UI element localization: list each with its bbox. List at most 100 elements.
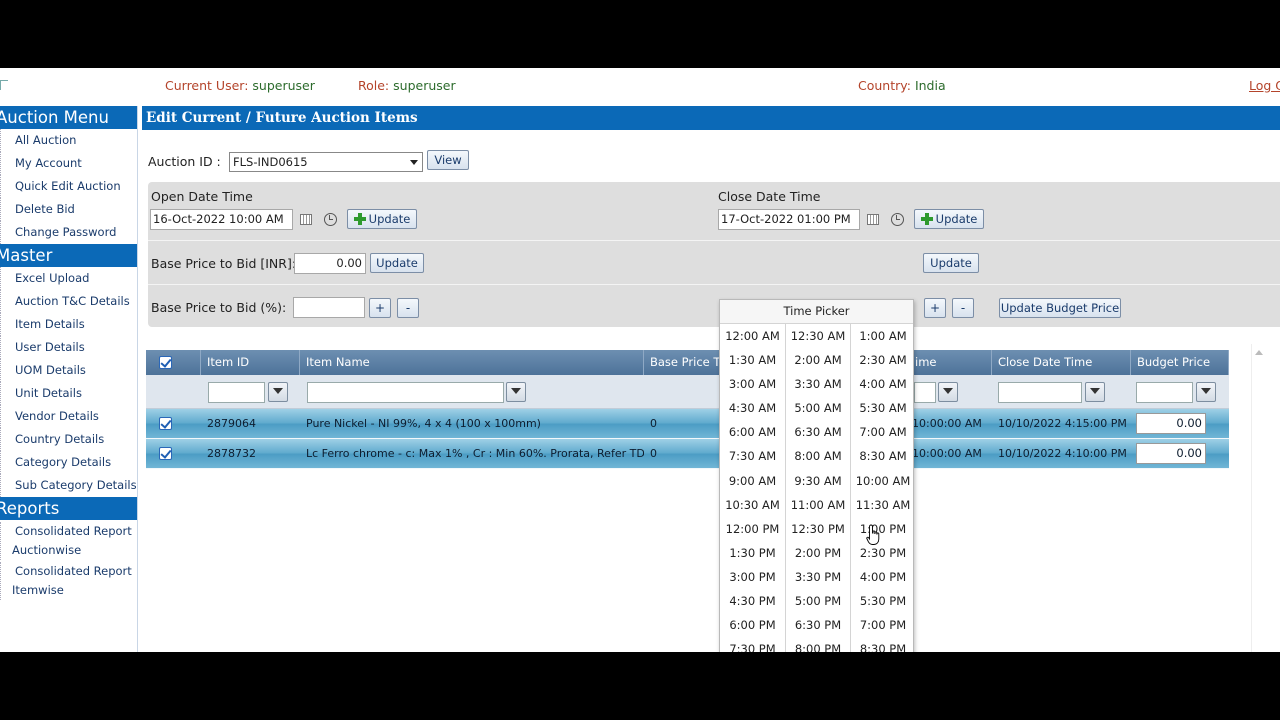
time-slot[interactable]: 8:00 AM: [786, 444, 850, 468]
increase-button-right[interactable]: +: [924, 298, 946, 318]
row-checkbox[interactable]: [159, 447, 172, 460]
time-slot[interactable]: 4:30 PM: [720, 589, 785, 613]
filter-open-date-input[interactable]: [914, 382, 936, 403]
filter-icon[interactable]: [268, 382, 288, 402]
sidebar-item-change-password[interactable]: Change Password: [0, 221, 137, 244]
header-open-date-time[interactable]: ime: [909, 350, 992, 375]
time-slot[interactable]: 9:30 AM: [786, 469, 850, 493]
increase-button[interactable]: +: [369, 298, 391, 318]
time-slot[interactable]: 4:00 PM: [851, 565, 915, 589]
open-date-update-button[interactable]: Update: [347, 209, 417, 229]
time-slot[interactable]: 2:00 PM: [786, 541, 850, 565]
time-slot[interactable]: 4:30 AM: [720, 396, 785, 420]
time-slot[interactable]: 8:30 PM: [851, 637, 915, 652]
base-price-inr-update-button[interactable]: Update: [370, 253, 424, 273]
close-date-update-button[interactable]: Update: [914, 209, 984, 229]
base-price-inr-right-update-button[interactable]: Update: [923, 253, 979, 273]
select-all-checkbox[interactable]: [159, 356, 172, 369]
header-budget-price[interactable]: Budget Price: [1131, 350, 1229, 375]
time-slot[interactable]: 5:00 AM: [786, 396, 850, 420]
row-checkbox[interactable]: [159, 417, 172, 430]
time-slot[interactable]: 6:00 AM: [720, 420, 785, 444]
time-slot[interactable]: 10:30 AM: [720, 493, 785, 517]
view-button[interactable]: View: [427, 150, 469, 170]
time-slot[interactable]: 6:30 AM: [786, 420, 850, 444]
sidebar-item-category-details[interactable]: Category Details: [0, 451, 137, 474]
sidebar-item-all-auction[interactable]: All Auction: [0, 129, 137, 152]
sidebar-item-auction-tc-details[interactable]: Auction T&C Details: [0, 290, 137, 313]
decrease-button[interactable]: -: [397, 298, 419, 318]
time-slot[interactable]: 7:30 AM: [720, 444, 785, 468]
clock-icon[interactable]: [324, 213, 337, 226]
sidebar-item-unit-details[interactable]: Unit Details: [0, 382, 137, 405]
time-slot[interactable]: 11:00 AM: [786, 493, 850, 517]
budget-price-input[interactable]: 0.00: [1136, 443, 1206, 464]
sidebar-item-my-account[interactable]: My Account: [0, 152, 137, 175]
sidebar-item-vendor-details[interactable]: Vendor Details: [0, 405, 137, 428]
open-date-input[interactable]: 16-Oct-2022 10:00 AM: [150, 209, 293, 230]
sidebar-item-sub-category-details[interactable]: Sub Category Details: [0, 474, 137, 497]
time-slot[interactable]: 3:30 AM: [786, 372, 850, 396]
calendar-icon[interactable]: [867, 214, 879, 225]
filter-icon[interactable]: [938, 382, 958, 402]
update-budget-price-button[interactable]: Update Budget Price: [999, 298, 1121, 318]
time-slot[interactable]: 1:00 AM: [851, 324, 915, 348]
budget-price-input[interactable]: 0.00: [1136, 413, 1206, 434]
time-slot[interactable]: 9:00 AM: [720, 469, 785, 493]
logout-link[interactable]: Log O: [1249, 78, 1280, 93]
sidebar-item-excel-upload[interactable]: Excel Upload: [0, 267, 137, 290]
sidebar-item-report-auctionwise[interactable]: Consolidated Report Auctionwise: [0, 522, 137, 560]
time-slot[interactable]: 11:30 AM: [851, 493, 915, 517]
table-row[interactable]: 2878732 Lc Ferro chrome - c: Max 1% , Cr…: [146, 439, 1229, 469]
time-slot[interactable]: 5:00 PM: [786, 589, 850, 613]
time-slot[interactable]: 6:30 PM: [786, 613, 850, 637]
time-slot[interactable]: 12:00 PM: [720, 517, 785, 541]
time-slot[interactable]: 2:30 AM: [851, 348, 915, 372]
time-slot[interactable]: 2:30 PM: [851, 541, 915, 565]
sidebar-item-country-details[interactable]: Country Details: [0, 428, 137, 451]
sidebar-item-uom-details[interactable]: UOM Details: [0, 359, 137, 382]
header-item-name[interactable]: Item Name: [300, 350, 644, 375]
time-slot[interactable]: 4:00 AM: [851, 372, 915, 396]
base-price-pct-input[interactable]: [293, 297, 365, 318]
auction-id-select[interactable]: FLS-IND0615: [229, 152, 423, 172]
filter-item-id-input[interactable]: [208, 382, 265, 403]
time-slot[interactable]: 1:00 PM: [851, 517, 915, 541]
filter-icon[interactable]: [1196, 382, 1216, 402]
decrease-button-right[interactable]: -: [952, 298, 974, 318]
time-slot[interactable]: 10:00 AM: [851, 469, 915, 493]
header-item-id[interactable]: Item ID: [201, 350, 300, 375]
header-close-date-time[interactable]: Close Date Time: [992, 350, 1131, 375]
vertical-scrollbar[interactable]: [1251, 344, 1265, 652]
time-slot[interactable]: 12:00 AM: [720, 324, 785, 348]
table-row[interactable]: 2879064 Pure Nickel - NI 99%, 4 x 4 (100…: [146, 409, 1229, 439]
time-slot[interactable]: 2:00 AM: [786, 348, 850, 372]
time-slot[interactable]: 1:30 AM: [720, 348, 785, 372]
filter-budget-input[interactable]: [1136, 382, 1193, 403]
time-slot[interactable]: 5:30 AM: [851, 396, 915, 420]
sidebar-item-report-itemwise[interactable]: Consolidated Report Itemwise: [0, 562, 137, 600]
time-slot[interactable]: 5:30 PM: [851, 589, 915, 613]
clock-icon[interactable]: [891, 213, 904, 226]
sidebar-item-quick-edit-auction[interactable]: Quick Edit Auction: [0, 175, 137, 198]
time-slot[interactable]: 7:30 PM: [720, 637, 785, 652]
filter-icon[interactable]: [1085, 382, 1105, 402]
time-slot[interactable]: 3:30 PM: [786, 565, 850, 589]
time-slot[interactable]: 8:00 PM: [786, 637, 850, 652]
close-date-input[interactable]: 17-Oct-2022 01:00 PM: [718, 209, 860, 230]
sidebar-item-user-details[interactable]: User Details: [0, 336, 137, 359]
time-slot[interactable]: 1:30 PM: [720, 541, 785, 565]
time-slot[interactable]: 7:00 AM: [851, 420, 915, 444]
filter-item-name-input[interactable]: [307, 382, 504, 403]
filter-close-date-input[interactable]: [998, 382, 1082, 403]
sidebar-item-item-details[interactable]: Item Details: [0, 313, 137, 336]
time-slot[interactable]: 12:30 AM: [786, 324, 850, 348]
filter-icon[interactable]: [506, 382, 526, 402]
sidebar-item-delete-bid[interactable]: Delete Bid: [0, 198, 137, 221]
time-slot[interactable]: 6:00 PM: [720, 613, 785, 637]
time-slot[interactable]: 12:30 PM: [786, 517, 850, 541]
time-slot[interactable]: 7:00 PM: [851, 613, 915, 637]
time-slot[interactable]: 3:00 AM: [720, 372, 785, 396]
time-slot[interactable]: 8:30 AM: [851, 444, 915, 468]
base-price-inr-input[interactable]: 0.00: [294, 253, 366, 274]
